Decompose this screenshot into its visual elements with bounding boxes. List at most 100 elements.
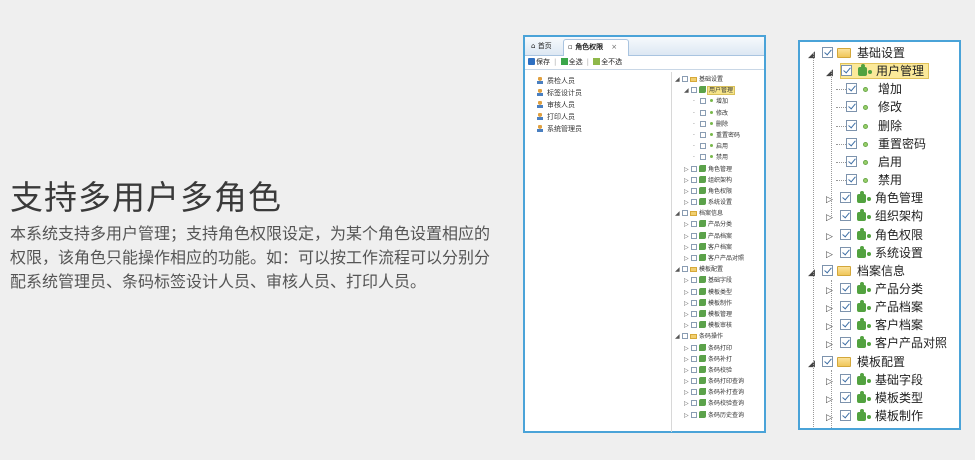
checkbox[interactable]: [691, 187, 697, 194]
tree-node[interactable]: · 删除: [675, 119, 765, 130]
checkbox[interactable]: [691, 366, 697, 373]
checkbox[interactable]: [682, 333, 688, 340]
tree-node[interactable]: ◢ 条码操作: [675, 331, 765, 342]
expand-toggle-icon[interactable]: ◢: [675, 208, 682, 219]
checkbox[interactable]: [700, 98, 706, 105]
user-list-item[interactable]: 系统管理员: [537, 123, 667, 135]
close-icon[interactable]: ×: [611, 43, 617, 51]
expand-toggle-icon[interactable]: ▷: [684, 298, 691, 309]
expand-toggle-icon[interactable]: ▷: [684, 287, 691, 298]
expand-toggle-icon[interactable]: ▷: [684, 365, 691, 376]
expand-toggle-icon[interactable]: ◢: [808, 355, 822, 373]
select-all-button[interactable]: 全选: [560, 56, 583, 69]
tree-node[interactable]: ▷ 产品档案: [675, 231, 765, 242]
expand-toggle-icon[interactable]: ◢: [684, 85, 691, 96]
user-list-item[interactable]: 审核人员: [537, 99, 667, 111]
tree-node[interactable]: ▷ 组织架构: [826, 207, 923, 225]
tree-node[interactable]: ◢ 用户管理: [826, 62, 930, 80]
tree-node[interactable]: ▷ 条码校验查询: [675, 398, 765, 409]
checkbox[interactable]: [691, 232, 697, 239]
checkbox[interactable]: [691, 355, 697, 362]
tree-node[interactable]: · 重置密码: [675, 130, 765, 141]
checkbox[interactable]: [840, 410, 851, 421]
checkbox[interactable]: [691, 299, 697, 306]
select-none-button[interactable]: 全不选: [593, 56, 622, 69]
tree-node[interactable]: ▷ 条码打印查询: [675, 376, 765, 387]
expand-toggle-icon[interactable]: ▷: [684, 186, 691, 197]
checkbox[interactable]: [840, 210, 851, 222]
checkbox[interactable]: [691, 411, 697, 418]
checkbox[interactable]: [846, 119, 857, 131]
tree-node[interactable]: 修改: [836, 98, 902, 116]
checkbox[interactable]: [691, 243, 697, 250]
tree-node[interactable]: ▷ 产品分类: [675, 219, 765, 230]
checkbox[interactable]: [840, 301, 851, 313]
expand-toggle-icon[interactable]: ▷: [684, 410, 691, 421]
expand-toggle-icon[interactable]: ▷: [684, 175, 691, 186]
save-button[interactable]: 保存: [528, 56, 550, 69]
user-list-item[interactable]: 质检人员: [537, 75, 667, 87]
tree-node[interactable]: · 禁用: [675, 152, 765, 163]
checkbox[interactable]: [846, 101, 857, 113]
expand-toggle-icon[interactable]: ▷: [684, 376, 691, 387]
tree-node[interactable]: ▷ 角色权限: [675, 186, 765, 197]
expand-toggle-icon[interactable]: ▷: [684, 343, 691, 354]
tree-node[interactable]: ▷ 基础字段: [675, 275, 765, 286]
checkbox[interactable]: [840, 192, 851, 204]
checkbox[interactable]: [691, 288, 697, 295]
tree-node[interactable]: ◢ 基础设置: [675, 74, 765, 85]
tree-node[interactable]: ◢ 档案信息: [675, 208, 765, 219]
tree-node[interactable]: · 修改: [675, 108, 765, 119]
checkbox[interactable]: [846, 155, 857, 167]
checkbox[interactable]: [700, 131, 706, 138]
checkbox[interactable]: [691, 199, 697, 206]
tab-home[interactable]: ⌂ 首页: [527, 39, 556, 56]
checkbox[interactable]: [840, 282, 851, 294]
expand-toggle-icon[interactable]: ▷: [684, 164, 691, 175]
checkbox[interactable]: [846, 174, 857, 186]
checkbox[interactable]: [691, 176, 697, 183]
tree-node[interactable]: ▷ 模板制作: [826, 407, 923, 425]
tree-node[interactable]: ▷ 条码历史查询: [675, 410, 765, 421]
checkbox[interactable]: [840, 246, 851, 258]
expand-toggle-icon[interactable]: ▷: [684, 253, 691, 264]
checkbox[interactable]: [691, 277, 697, 284]
tree-node[interactable]: ▷ 产品档案: [826, 298, 923, 316]
tree-node[interactable]: · 启用: [675, 141, 765, 152]
tree-node[interactable]: 启用: [836, 153, 902, 171]
checkbox[interactable]: [840, 228, 851, 240]
expand-toggle-icon[interactable]: ◢: [808, 264, 822, 282]
tree-node[interactable]: ▷ 客户产品对照: [826, 334, 947, 352]
checkbox[interactable]: [691, 165, 697, 172]
tree-node[interactable]: ▷ 模板审核: [675, 320, 765, 331]
checkbox[interactable]: [682, 210, 688, 217]
tree-node[interactable]: ◢ 基础设置: [808, 44, 905, 62]
tree-node[interactable]: ◢ 模板配置: [808, 353, 905, 371]
tree-node[interactable]: ◢ 模板配置: [675, 264, 765, 275]
tree-node[interactable]: ▷ 客户档案: [675, 242, 765, 253]
checkbox[interactable]: [822, 47, 833, 58]
checkbox[interactable]: [691, 310, 697, 317]
expand-toggle-icon[interactable]: ▷: [684, 320, 691, 331]
expand-toggle-icon[interactable]: ▷: [684, 197, 691, 208]
checkbox[interactable]: [691, 400, 697, 407]
tree-node[interactable]: ▷ 条码补打: [675, 354, 765, 365]
tree-node[interactable]: ▷ 条码补打查询: [675, 387, 765, 398]
expand-toggle-icon[interactable]: ▷: [684, 398, 691, 409]
expand-toggle-icon[interactable]: ▷: [684, 309, 691, 320]
expand-toggle-icon[interactable]: ▷: [684, 387, 691, 398]
expand-toggle-icon[interactable]: ◢: [675, 331, 682, 342]
expand-toggle-icon[interactable]: ▷: [684, 231, 691, 242]
checkbox[interactable]: [846, 137, 857, 149]
tree-node[interactable]: 重置密码: [836, 135, 926, 153]
expand-toggle-icon[interactable]: ▷: [826, 409, 840, 427]
tree-node[interactable]: ▷ 模板类型: [675, 287, 765, 298]
tab-role-permission[interactable]: ▫ 角色权限 ×: [563, 39, 629, 56]
tree-node[interactable]: ▷ 条码校验: [675, 365, 765, 376]
tree-node[interactable]: ▷ 客户档案: [826, 316, 923, 334]
checkbox[interactable]: [691, 221, 697, 228]
tree-node[interactable]: 禁用: [836, 171, 902, 189]
tree-node[interactable]: ▷ 客户产品对照: [675, 253, 765, 264]
user-list-item[interactable]: 打印人员: [537, 111, 667, 123]
tree-node[interactable]: ▷ 模板管理: [675, 309, 765, 320]
